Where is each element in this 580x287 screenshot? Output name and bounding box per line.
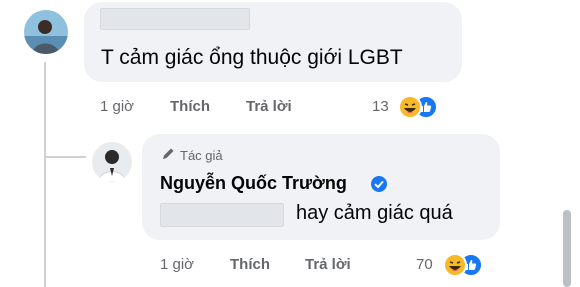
reply-author-avatar[interactable] [92, 142, 132, 182]
reply-text: hay cảm giác quá [296, 202, 453, 224]
verified-badge-icon [370, 175, 388, 193]
author-badge: Tác giả [180, 148, 223, 163]
comment-reply-button[interactable]: Trả lời [246, 98, 292, 115]
thread-line-curve [44, 156, 86, 158]
reply-timestamp[interactable]: 1 giờ [160, 256, 194, 273]
commenter-avatar[interactable] [24, 10, 68, 54]
reply-like-button[interactable]: Thích [230, 256, 270, 273]
reply-reply-button[interactable]: Trả lời [305, 256, 351, 273]
haha-emoji-icon[interactable] [398, 95, 422, 119]
reply-mention-redacted[interactable] [160, 203, 284, 227]
comment-reaction-count[interactable]: 13 [372, 98, 389, 115]
pencil-icon [160, 146, 176, 162]
comment-author-name-redacted[interactable] [100, 8, 250, 30]
comment-text: T cảm giác ổng thuộc giới LGBT [101, 46, 403, 69]
reply-reaction-count[interactable]: 70 [416, 256, 433, 273]
comment-like-button[interactable]: Thích [170, 98, 210, 115]
thread-line-vertical [44, 62, 46, 287]
haha-emoji-icon[interactable] [443, 253, 467, 277]
comment-timestamp[interactable]: 1 giờ [100, 98, 134, 115]
reply-author-name[interactable]: Nguyễn Quốc Trường [160, 173, 347, 194]
scrollbar-thumb[interactable] [563, 210, 571, 287]
